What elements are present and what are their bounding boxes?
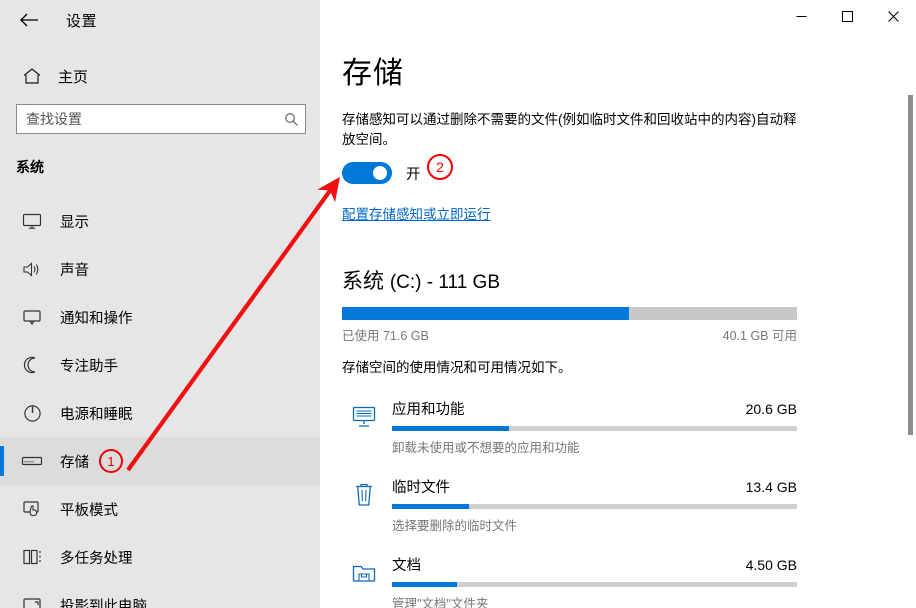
annotation-badge-2: 2 — [427, 154, 453, 180]
close-icon — [888, 11, 899, 22]
sidebar-item-multitasking[interactable]: 多任务处理 — [0, 533, 320, 581]
home-icon — [12, 67, 52, 85]
annotation-badge-1: 1 — [99, 449, 123, 473]
storage-category-row[interactable]: 文档 4.50 GB 管理"文档"文件夹 — [342, 554, 797, 608]
drive-letter-size: (C:) - 111 GB — [390, 272, 500, 293]
back-arrow-icon — [19, 13, 39, 27]
sidebar-item-label: 通知和操作 — [60, 307, 133, 328]
category-subtitle: 管理"文档"文件夹 — [392, 593, 797, 608]
drive-name: 系统 — [342, 270, 384, 293]
window-controls — [778, 0, 916, 32]
drive-used-label: 已使用 71.6 GB — [342, 325, 429, 344]
category-size: 4.50 GB — [746, 557, 797, 573]
sidebar-item-sound[interactable]: 声音 — [0, 245, 320, 293]
search-box[interactable] — [16, 104, 306, 134]
apps-icon — [347, 400, 381, 434]
sidebar-item-home[interactable]: 主页 — [0, 56, 320, 96]
storage-sense-description: 存储感知可以通过删除不需要的文件(例如临时文件和回收站中的内容)自动释放空间。 — [342, 110, 802, 150]
drive-usage-fill — [342, 307, 629, 320]
speaker-icon — [12, 261, 52, 278]
category-bar-fill — [392, 504, 469, 509]
power-icon — [12, 404, 52, 423]
multitasking-icon — [12, 548, 52, 566]
maximize-button[interactable] — [824, 0, 870, 32]
sidebar-item-label: 存储 — [60, 451, 89, 472]
window-titlebar-left: 设置 — [0, 0, 320, 40]
sidebar-item-project[interactable]: 投影到此电脑 — [0, 581, 320, 608]
sidebar-item-storage[interactable]: 存储 1 — [0, 437, 320, 485]
sidebar-home-label: 主页 — [58, 66, 88, 87]
storage-category-row[interactable]: 临时文件 13.4 GB 选择要删除的临时文件 — [342, 476, 797, 534]
drive-icon — [12, 455, 52, 467]
search-icon[interactable] — [277, 112, 305, 127]
category-bar — [392, 582, 797, 587]
drive-usage-legend: 已使用 71.6 GB 40.1 GB 可用 — [342, 325, 797, 344]
close-button[interactable] — [870, 0, 916, 32]
sidebar-section-title: 系统 — [16, 157, 44, 177]
category-bar — [392, 504, 797, 509]
category-bar-fill — [392, 426, 509, 431]
main-content: 存储 存储感知可以通过删除不需要的文件(例如临时文件和回收站中的内容)自动释放空… — [320, 0, 916, 608]
category-name: 应用和功能 — [392, 398, 465, 419]
sidebar-item-label: 多任务处理 — [60, 547, 133, 568]
category-name: 临时文件 — [392, 476, 450, 497]
sidebar-nav: 显示 声音 通知和 — [0, 197, 320, 608]
drive-free-label: 40.1 GB 可用 — [723, 325, 797, 344]
sidebar-item-label: 投影到此电脑 — [60, 595, 147, 608]
maximize-icon — [842, 11, 853, 22]
drive-usage-bar — [342, 307, 797, 320]
category-subtitle: 卸载未使用或不想要的应用和功能 — [392, 437, 797, 456]
sidebar-item-label: 显示 — [60, 211, 89, 232]
category-name: 文档 — [392, 554, 421, 575]
storage-explain-text: 存储空间的使用情况和可用情况如下。 — [342, 356, 900, 376]
category-bar — [392, 426, 797, 431]
storage-sense-toggle-row: 开 — [342, 162, 900, 184]
storage-sense-toggle-label: 开 — [406, 163, 421, 184]
minimize-icon — [796, 11, 807, 22]
category-bar-fill — [392, 582, 457, 587]
notification-icon — [12, 309, 52, 326]
tablet-mode-icon — [12, 500, 52, 518]
minimize-button[interactable] — [778, 0, 824, 32]
sidebar-item-focus-assist[interactable]: 专注助手 — [0, 341, 320, 389]
configure-storage-sense-link[interactable]: 配置存储感知或立即运行 — [342, 203, 491, 223]
category-header: 临时文件 13.4 GB — [392, 476, 797, 497]
category-header: 应用和功能 20.6 GB — [392, 398, 797, 419]
settings-window: 设置 主页 系统 — [0, 0, 916, 608]
sidebar: 设置 主页 系统 — [0, 0, 320, 608]
sidebar-item-label: 声音 — [60, 259, 89, 280]
category-size: 13.4 GB — [746, 479, 797, 495]
sidebar-item-label: 平板模式 — [60, 499, 118, 520]
folder-icon — [347, 556, 381, 590]
category-header: 文档 4.50 GB — [392, 554, 797, 575]
sidebar-item-label: 电源和睡眠 — [60, 403, 133, 424]
drive-title: 系统 (C:) - 111 GB — [342, 265, 900, 295]
toggle-knob — [373, 166, 387, 180]
category-subtitle: 选择要删除的临时文件 — [392, 515, 797, 534]
page-title: 存储 — [342, 48, 900, 92]
project-icon — [12, 597, 52, 608]
search-input[interactable] — [17, 111, 277, 127]
back-button[interactable] — [6, 4, 52, 36]
sidebar-item-power-sleep[interactable]: 电源和睡眠 — [0, 389, 320, 437]
window-title: 设置 — [66, 10, 97, 31]
sidebar-item-label: 专注助手 — [60, 355, 118, 376]
category-size: 20.6 GB — [746, 401, 797, 417]
storage-category-row[interactable]: 应用和功能 20.6 GB 卸载未使用或不想要的应用和功能 — [342, 398, 797, 456]
moon-icon — [12, 356, 52, 374]
sidebar-item-tablet-mode[interactable]: 平板模式 — [0, 485, 320, 533]
storage-sense-toggle[interactable] — [342, 162, 392, 184]
scrollbar-thumb[interactable] — [908, 95, 913, 435]
sidebar-item-notifications[interactable]: 通知和操作 — [0, 293, 320, 341]
storage-pane: 存储 存储感知可以通过删除不需要的文件(例如临时文件和回收站中的内容)自动释放空… — [320, 40, 900, 608]
storage-category-list: 应用和功能 20.6 GB 卸载未使用或不想要的应用和功能 — [320, 398, 900, 608]
content-scrollbar[interactable] — [908, 40, 913, 608]
monitor-icon — [12, 213, 52, 230]
sidebar-item-display[interactable]: 显示 — [0, 197, 320, 245]
trash-icon — [347, 478, 381, 512]
